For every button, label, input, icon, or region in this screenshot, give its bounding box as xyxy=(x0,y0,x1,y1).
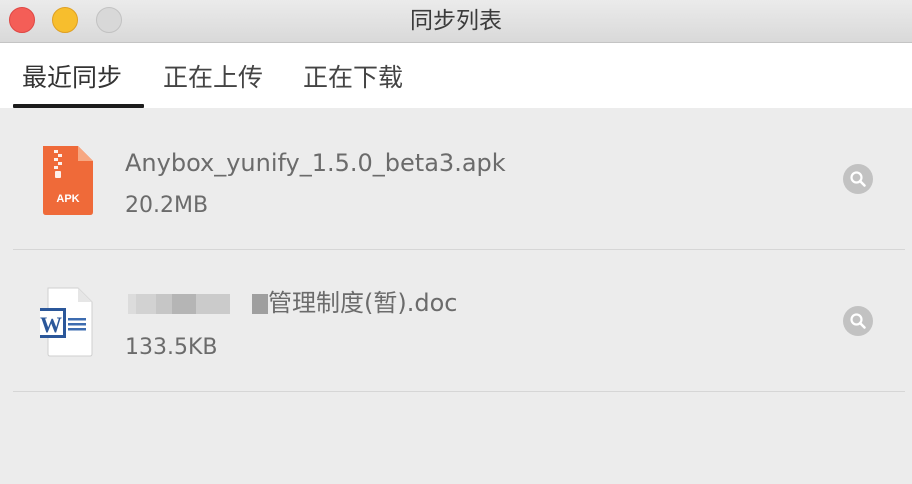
redacted-text xyxy=(172,294,196,314)
file-name: Anybox_yunify_1.5.0_beta3.apk xyxy=(125,149,506,177)
list-item[interactable]: APK Anybox_yunify_1.5.0_beta3.apk 20.2MB xyxy=(0,108,912,250)
redacted-text xyxy=(156,294,172,314)
tab-uploading[interactable]: 正在上传 xyxy=(163,62,263,94)
row-divider xyxy=(13,391,905,392)
redacted-text xyxy=(230,294,252,314)
file-size: 133.5KB xyxy=(125,335,218,360)
word-file-icon: W xyxy=(40,287,93,357)
word-badge: W xyxy=(40,312,62,337)
file-name: 管理制度(暂).doc xyxy=(125,288,457,318)
search-icon[interactable] xyxy=(843,164,873,194)
redacted-text xyxy=(136,294,156,314)
tab-bar: 最近同步 正在上传 正在下载 xyxy=(0,43,912,108)
redacted-text xyxy=(196,294,230,314)
apk-badge: APK xyxy=(56,193,79,205)
redacted-text xyxy=(252,294,268,314)
file-size: 20.2MB xyxy=(125,193,209,218)
search-icon[interactable] xyxy=(843,306,873,336)
list-item[interactable]: W 管理制度(暂).doc 133.5KB xyxy=(0,250,912,392)
tab-recent-sync[interactable]: 最近同步 xyxy=(22,62,122,94)
redacted-text xyxy=(128,294,136,314)
title-bar: 同步列表 xyxy=(0,0,912,43)
window-title: 同步列表 xyxy=(410,8,502,34)
apk-file-icon: APK xyxy=(43,146,93,215)
file-name-visible: 管理制度(暂).doc xyxy=(268,289,458,317)
tab-downloading[interactable]: 正在下载 xyxy=(303,62,403,94)
